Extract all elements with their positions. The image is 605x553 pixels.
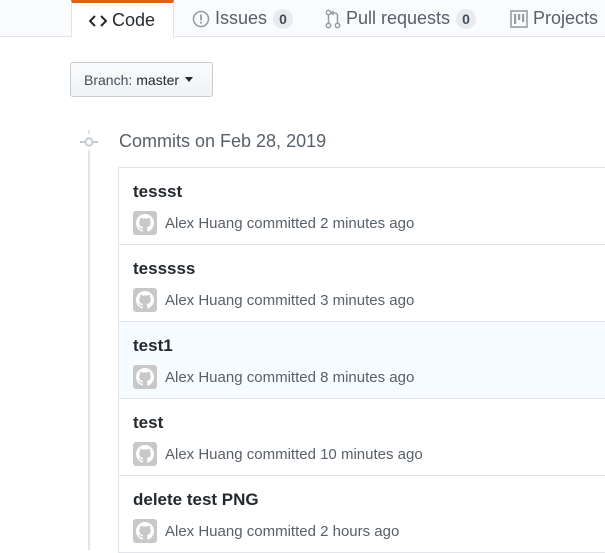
commit-title-link[interactable]: tessst bbox=[133, 182, 182, 202]
pull-requests-count-badge: 0 bbox=[456, 8, 477, 29]
tab-code[interactable]: Code bbox=[71, 0, 174, 38]
commit-row: test1 Alex Huang committed 8 minutes ago bbox=[119, 322, 605, 399]
avatar[interactable] bbox=[133, 519, 157, 543]
tab-issues-label: Issues bbox=[215, 8, 268, 28]
commit-row: delete test PNG Alex Huang committed 2 h… bbox=[119, 476, 605, 553]
project-icon bbox=[510, 9, 528, 28]
commit-author-link[interactable]: Alex Huang bbox=[165, 369, 243, 386]
tab-projects-label: Projects bbox=[533, 8, 599, 28]
commit-author-link[interactable]: Alex Huang bbox=[165, 292, 243, 309]
issues-count-badge: 0 bbox=[273, 8, 294, 29]
commit-time: 2 hours ago bbox=[320, 522, 400, 540]
github-octocat-icon bbox=[136, 214, 154, 232]
github-octocat-icon bbox=[136, 522, 154, 540]
repo-tab-bar: Code Issues 0 Pull requests 0 Projects bbox=[0, 0, 605, 38]
commit-author-link[interactable]: Alex Huang bbox=[165, 446, 243, 463]
timeline-line bbox=[88, 130, 90, 550]
github-octocat-icon bbox=[136, 291, 154, 309]
commit-verb: committed bbox=[246, 291, 316, 309]
commit-time: 8 minutes ago bbox=[320, 368, 415, 386]
commit-meta: Alex Huang committed 2 minutes ago bbox=[133, 211, 414, 235]
branch-prefix-label: Branch: bbox=[84, 71, 133, 88]
git-commit-icon bbox=[80, 134, 98, 150]
commit-author-link[interactable]: Alex Huang bbox=[165, 523, 243, 540]
commit-title-link[interactable]: test bbox=[133, 413, 163, 433]
commit-time: 2 minutes ago bbox=[320, 214, 415, 232]
commit-row: test Alex Huang committed 10 minutes ago bbox=[119, 399, 605, 476]
github-octocat-icon bbox=[136, 368, 154, 386]
avatar[interactable] bbox=[133, 211, 157, 235]
tab-pull-requests-label: Pull requests bbox=[346, 8, 451, 28]
avatar[interactable] bbox=[133, 365, 157, 389]
git-pull-request-icon bbox=[325, 9, 341, 29]
tab-projects[interactable]: Projects bbox=[510, 0, 598, 37]
commit-meta: Alex Huang committed 3 minutes ago bbox=[133, 288, 414, 312]
branch-select-button[interactable]: Branch: master bbox=[70, 62, 213, 97]
commit-title-link[interactable]: tesssss bbox=[133, 259, 195, 279]
commit-time: 10 minutes ago bbox=[320, 445, 423, 463]
dropdown-caret-icon bbox=[185, 77, 194, 82]
commit-row: tesssss Alex Huang committed 3 minutes a… bbox=[119, 245, 605, 322]
commits-date-heading: Commits on Feb 28, 2019 bbox=[119, 131, 327, 151]
commit-row: tessst Alex Huang committed 2 minutes ag… bbox=[119, 168, 605, 245]
branch-name: master bbox=[136, 71, 180, 88]
commit-time: 3 minutes ago bbox=[320, 291, 415, 309]
avatar[interactable] bbox=[133, 288, 157, 312]
tab-code-label: Code bbox=[112, 10, 156, 30]
commit-author-link[interactable]: Alex Huang bbox=[165, 215, 243, 232]
commit-list: tessst Alex Huang committed 2 minutes ag… bbox=[118, 167, 605, 553]
commit-meta: Alex Huang committed 8 minutes ago bbox=[133, 365, 414, 389]
github-octocat-icon bbox=[136, 445, 154, 463]
commit-verb: committed bbox=[246, 368, 316, 386]
avatar[interactable] bbox=[133, 442, 157, 466]
commit-title-link[interactable]: test1 bbox=[133, 336, 173, 356]
commit-verb: committed bbox=[246, 522, 316, 540]
commit-meta: Alex Huang committed 2 hours ago bbox=[133, 519, 399, 543]
commit-title-link[interactable]: delete test PNG bbox=[133, 490, 259, 510]
issue-opened-icon bbox=[192, 10, 210, 28]
code-icon bbox=[89, 14, 107, 28]
commit-verb: committed bbox=[246, 214, 316, 232]
tab-issues[interactable]: Issues 0 bbox=[192, 0, 294, 37]
commit-meta: Alex Huang committed 10 minutes ago bbox=[133, 442, 423, 466]
tab-pull-requests[interactable]: Pull requests 0 bbox=[325, 0, 477, 37]
commit-verb: committed bbox=[246, 445, 316, 463]
